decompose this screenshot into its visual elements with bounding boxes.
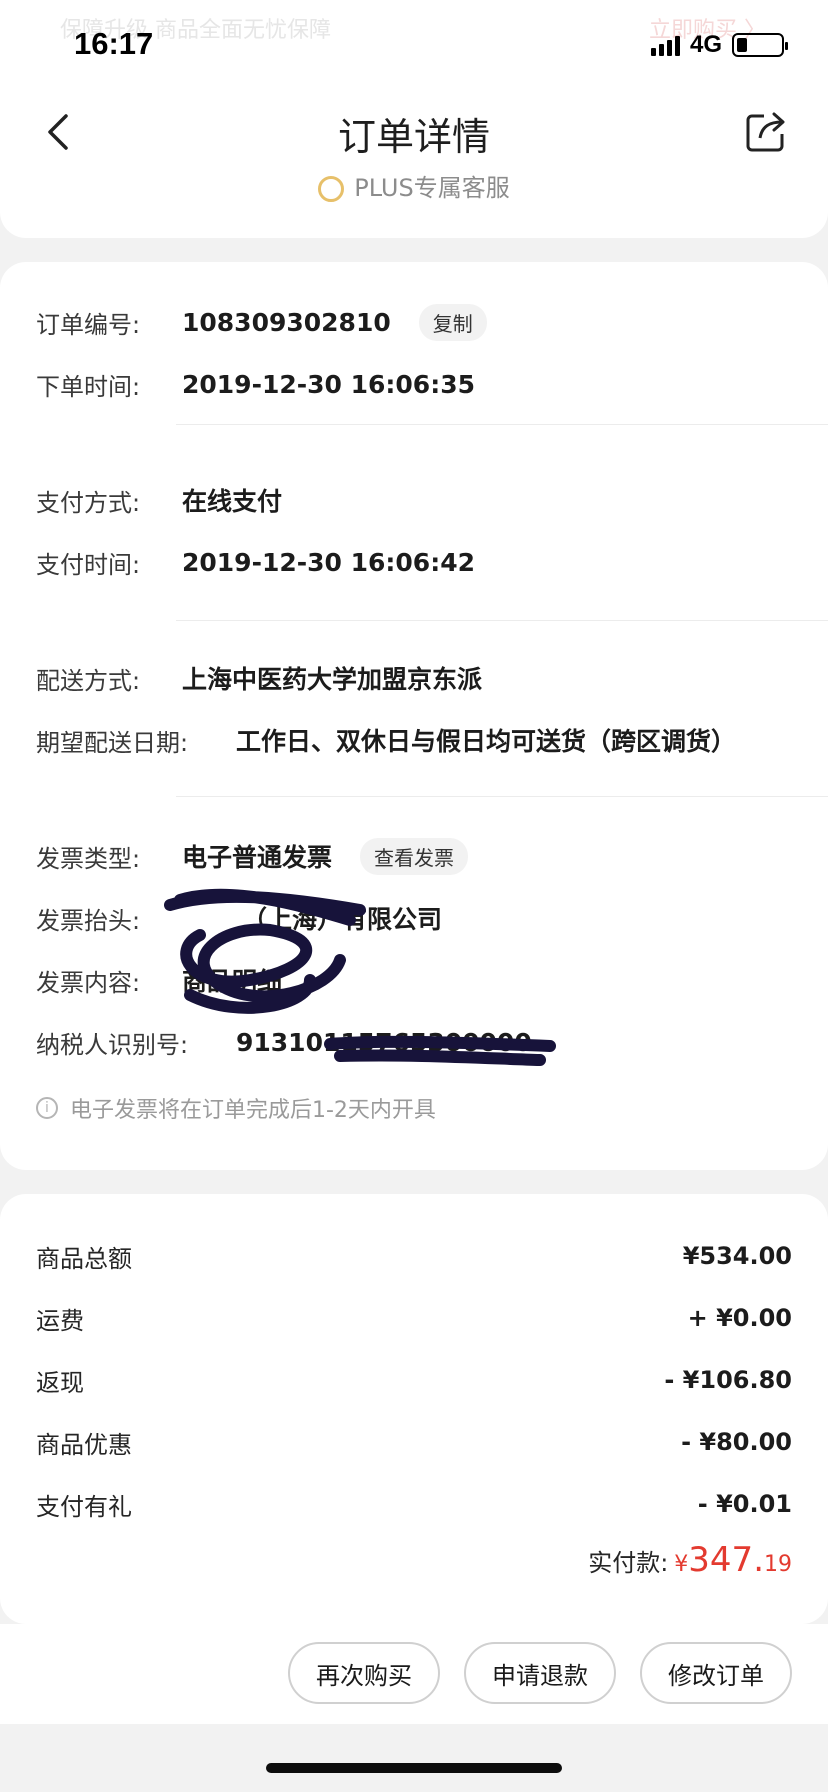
divider xyxy=(176,620,828,621)
share-icon[interactable] xyxy=(744,110,788,154)
delivery-method-row: 配送方式: 上海中医药大学加盟京东派 xyxy=(36,665,483,695)
invoice-note: i 电子发票将在订单完成后1-2天内开具 xyxy=(36,1090,436,1126)
bottom-action-bar: 再次购买 申请退款 修改订单 xyxy=(0,1624,828,1724)
refund-button[interactable]: 申请退款 xyxy=(464,1642,616,1704)
network-type: 4G xyxy=(689,31,722,58)
status-icons: 4G xyxy=(650,30,788,60)
headset-icon xyxy=(318,176,345,202)
amount-row: 商品总额 ¥534.00 xyxy=(36,1242,792,1273)
divider xyxy=(176,424,828,425)
order-info-card: 订单编号: 108309302810 复制 下单时间: 2019-12-30 1… xyxy=(0,262,828,1170)
amount-row: 支付有礼 - ¥0.01 xyxy=(36,1490,792,1521)
pay-time-row: 支付时间: 2019-12-30 16:06:42 xyxy=(36,547,475,579)
battery-icon xyxy=(732,33,788,57)
info-icon: i xyxy=(36,1097,58,1119)
tax-id-row: 纳税人识别号: 91310115765300000 xyxy=(36,1027,532,1059)
divider xyxy=(176,796,828,797)
page-title: 订单详情 xyxy=(337,115,490,159)
status-and-header: 保障升级 商品全面无忧保障 立即购买 〉 16:17 4G 订单详情 xyxy=(0,0,828,170)
order-time-row: 下单时间: 2019-12-30 16:06:35 xyxy=(36,369,475,401)
delivery-date-row: 期望配送日期: 工作日、双休日与假日均可送货（跨区调货） xyxy=(36,727,737,757)
invoice-content-row: 发票内容: 商品明细 xyxy=(36,967,283,997)
home-indicator[interactable] xyxy=(266,1763,562,1773)
pay-method-row: 支付方式: 在线支付 xyxy=(36,487,283,517)
copy-button[interactable]: 复制 xyxy=(418,303,487,341)
status-time: 16:17 xyxy=(74,26,154,61)
invoice-title-row: 发票抬头: （上海）有限公司 xyxy=(36,905,443,935)
order-no-row: 订单编号: 108309302810 复制 xyxy=(36,302,487,342)
amount-row: 返现 - ¥106.80 xyxy=(36,1366,792,1397)
plus-service-link[interactable]: PLUS专属客服 xyxy=(0,168,828,203)
amount-row: 运费 + ¥0.00 xyxy=(36,1304,792,1335)
modify-order-button[interactable]: 修改订单 xyxy=(640,1642,792,1704)
signal-icon xyxy=(650,34,680,56)
view-invoice-button[interactable]: 查看发票 xyxy=(360,837,469,875)
amount-row: 商品优惠 - ¥80.00 xyxy=(36,1428,792,1459)
paid-total: 实付款: ¥ 347. 19 xyxy=(588,1540,792,1580)
order-no: 108309302810 xyxy=(182,307,391,337)
invoice-type-row: 发票类型: 电子普通发票 查看发票 xyxy=(36,836,469,876)
rebuy-button[interactable]: 再次购买 xyxy=(288,1642,440,1704)
